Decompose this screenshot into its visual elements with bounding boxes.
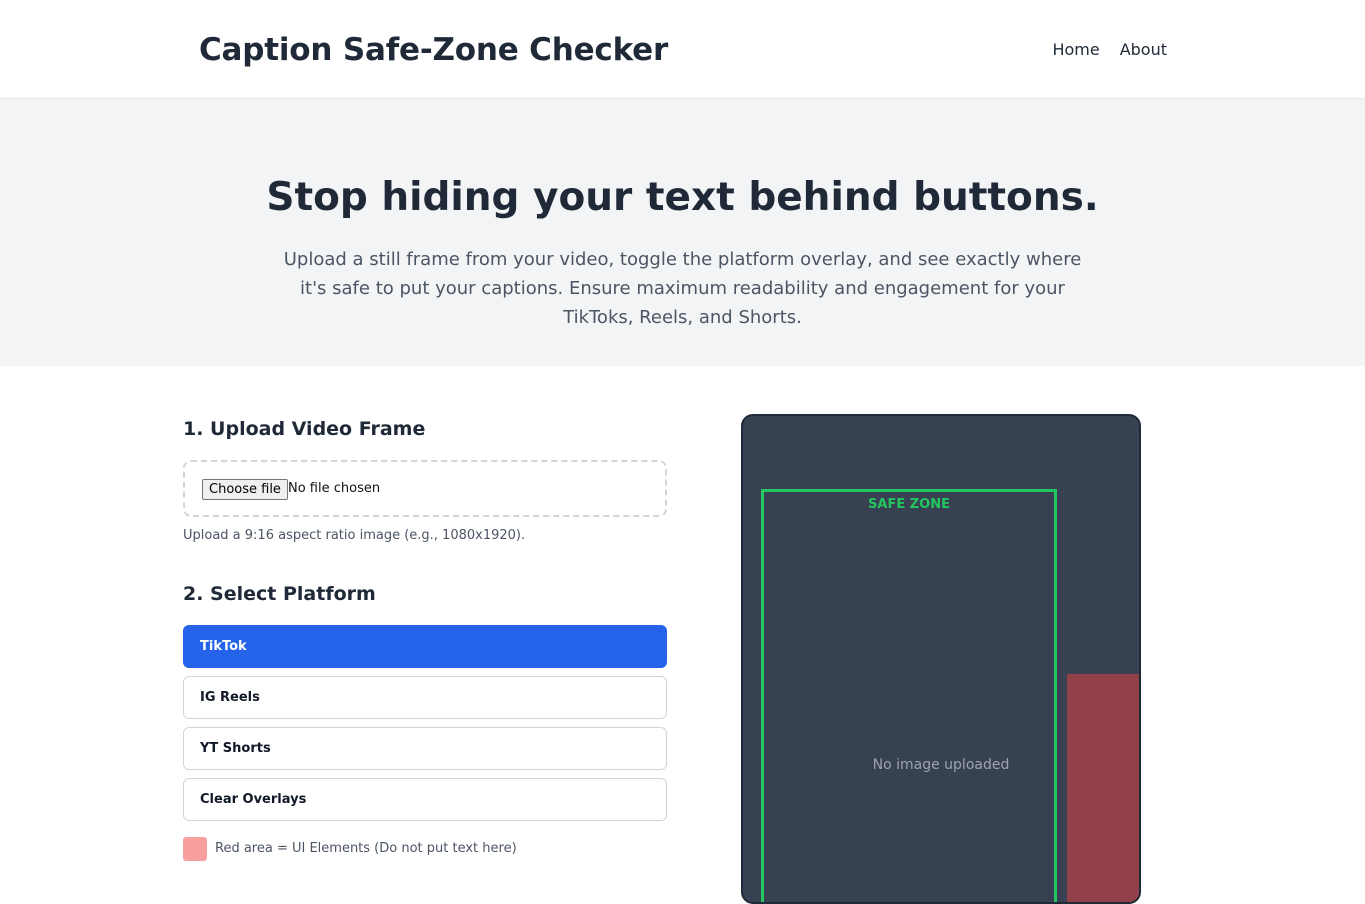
clear-overlays-button[interactable]: Clear Overlays: [183, 778, 667, 821]
no-image-text: No image uploaded: [872, 757, 1010, 773]
file-status-text: No file chosen: [288, 481, 381, 496]
platform-yt-shorts-button[interactable]: YT Shorts: [183, 727, 667, 770]
hero-title: Stop hiding your text behind buttons.: [266, 175, 1099, 220]
ui-elements-overlay: [1067, 674, 1139, 902]
choose-file-button[interactable]: Choose file: [202, 479, 288, 500]
platform-ig-reels-button[interactable]: IG Reels: [183, 676, 667, 719]
nav-about-link[interactable]: About: [1120, 40, 1167, 59]
hero-section: Stop hiding your text behind buttons. Up…: [0, 99, 1365, 366]
site-title: Caption Safe-Zone Checker: [199, 32, 669, 68]
platform-heading: 2. Select Platform: [183, 583, 376, 605]
upload-heading: 1. Upload Video Frame: [183, 418, 426, 440]
upload-dropzone[interactable]: Choose file No file chosen: [183, 460, 667, 517]
hero-subtitle: Upload a still frame from your video, to…: [283, 249, 1082, 328]
platform-tiktok-button[interactable]: TikTok: [183, 625, 667, 668]
safe-zone-overlay: SAFE ZONE: [761, 489, 1057, 902]
main-nav: Home About: [1052, 40, 1167, 59]
legend-swatch: [183, 837, 207, 861]
safe-zone-label: SAFE ZONE: [868, 497, 950, 512]
legend-text: Red area = UI Elements (Do not put text …: [215, 841, 517, 856]
site-header: Caption Safe-Zone Checker Home About: [0, 0, 1365, 99]
nav-home-link[interactable]: Home: [1052, 40, 1099, 59]
preview-frame: SAFE ZONE No image uploaded: [741, 414, 1141, 904]
upload-help-text: Upload a 9:16 aspect ratio image (e.g., …: [183, 528, 526, 543]
